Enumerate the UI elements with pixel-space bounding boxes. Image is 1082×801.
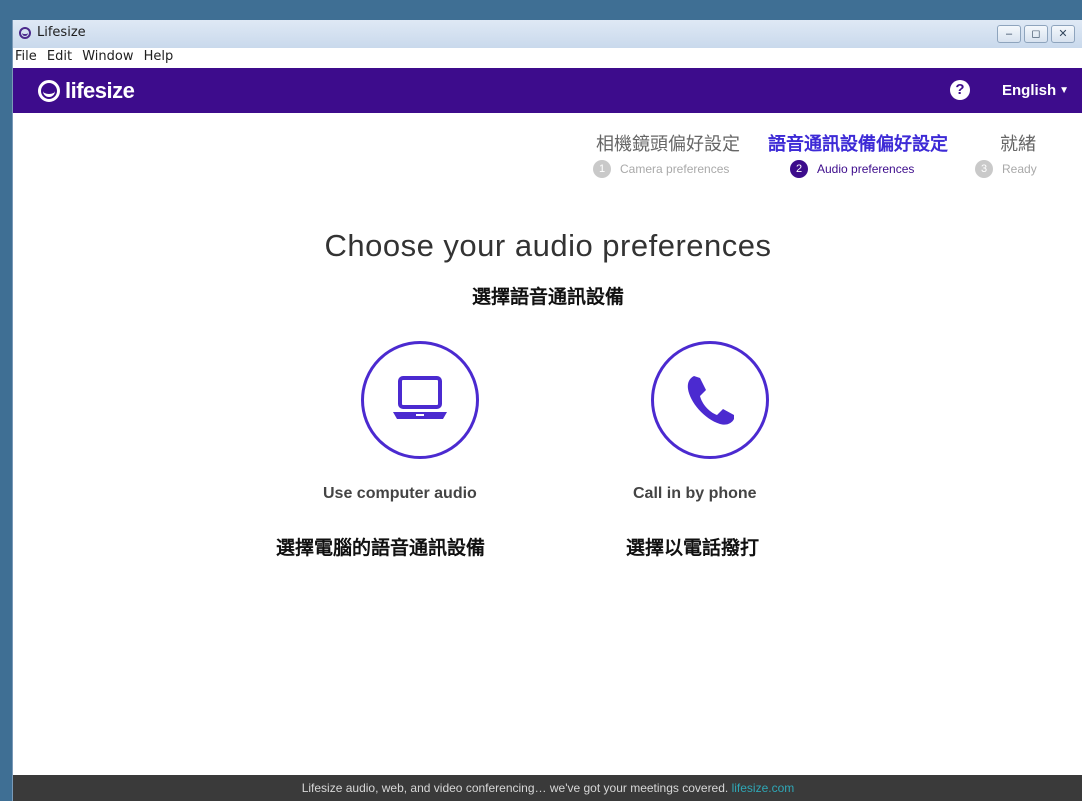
step-zh-camera: 相機鏡頭偏好設定 <box>596 134 740 155</box>
window-title: Lifesize <box>37 25 86 40</box>
phone-call-label[interactable]: Call in by phone <box>633 485 757 503</box>
footer: Lifesize audio, web, and video conferenc… <box>13 775 1082 801</box>
menu-bar: File Edit Window Help <box>13 48 1082 68</box>
menu-help[interactable]: Help <box>144 48 174 66</box>
step-zh-ready: 就緒 <box>1000 134 1036 155</box>
phone-call-button[interactable] <box>651 341 769 459</box>
help-button[interactable]: ? <box>950 80 970 100</box>
footer-link[interactable]: lifesize.com <box>732 781 795 795</box>
step-number: 3 <box>975 160 993 178</box>
menu-edit[interactable]: Edit <box>47 48 72 66</box>
step-zh-audio: 語音通訊設備偏好設定 <box>768 134 948 155</box>
step-label: Audio preferences <box>817 162 915 176</box>
step-audio-preferences: 2 Audio preferences <box>790 160 914 178</box>
close-button[interactable]: ✕ <box>1051 25 1075 43</box>
computer-audio-label[interactable]: Use computer audio <box>323 485 477 503</box>
phone-call-label-zh: 選擇以電話撥打 <box>626 537 760 559</box>
language-selector[interactable]: English ▼ <box>1002 82 1069 99</box>
step-label: Ready <box>1002 162 1037 176</box>
page-title: Choose your audio preferences <box>324 228 772 263</box>
menu-file[interactable]: File <box>15 48 37 66</box>
title-bar: Lifesize – ◻ ✕ <box>13 20 1082 48</box>
restore-button[interactable]: ◻ <box>1024 25 1048 43</box>
step-camera-preferences: 1 Camera preferences <box>593 160 729 178</box>
step-number: 2 <box>790 160 808 178</box>
page-title-zh: 選擇語音通訊設備 <box>471 286 624 308</box>
app-header: lifesize ? English ▼ <box>13 68 1082 113</box>
step-number: 1 <box>593 160 611 178</box>
window-controls: – ◻ ✕ <box>997 25 1075 43</box>
footer-text: Lifesize audio, web, and video conferenc… <box>301 781 729 795</box>
step-label: Camera preferences <box>620 162 730 176</box>
lifesize-logo-icon <box>38 80 60 102</box>
lifesize-logo: lifesize <box>38 78 135 104</box>
caret-down-icon: ▼ <box>1059 85 1070 96</box>
menu-window[interactable]: Window <box>82 48 133 66</box>
app-window: Lifesize – ◻ ✕ File Edit Window Help lif… <box>12 20 1082 801</box>
language-label: English <box>1002 82 1057 99</box>
laptop-icon <box>393 376 447 419</box>
minimize-button[interactable]: – <box>997 25 1021 43</box>
computer-audio-button[interactable] <box>361 341 479 459</box>
phone-icon <box>687 376 734 425</box>
step-ready: 3 Ready <box>975 160 1037 178</box>
lifesize-app-icon <box>19 27 31 39</box>
logo-text: lifesize <box>65 78 135 103</box>
computer-audio-label-zh: 選擇電腦的語音通訊設備 <box>276 537 486 559</box>
